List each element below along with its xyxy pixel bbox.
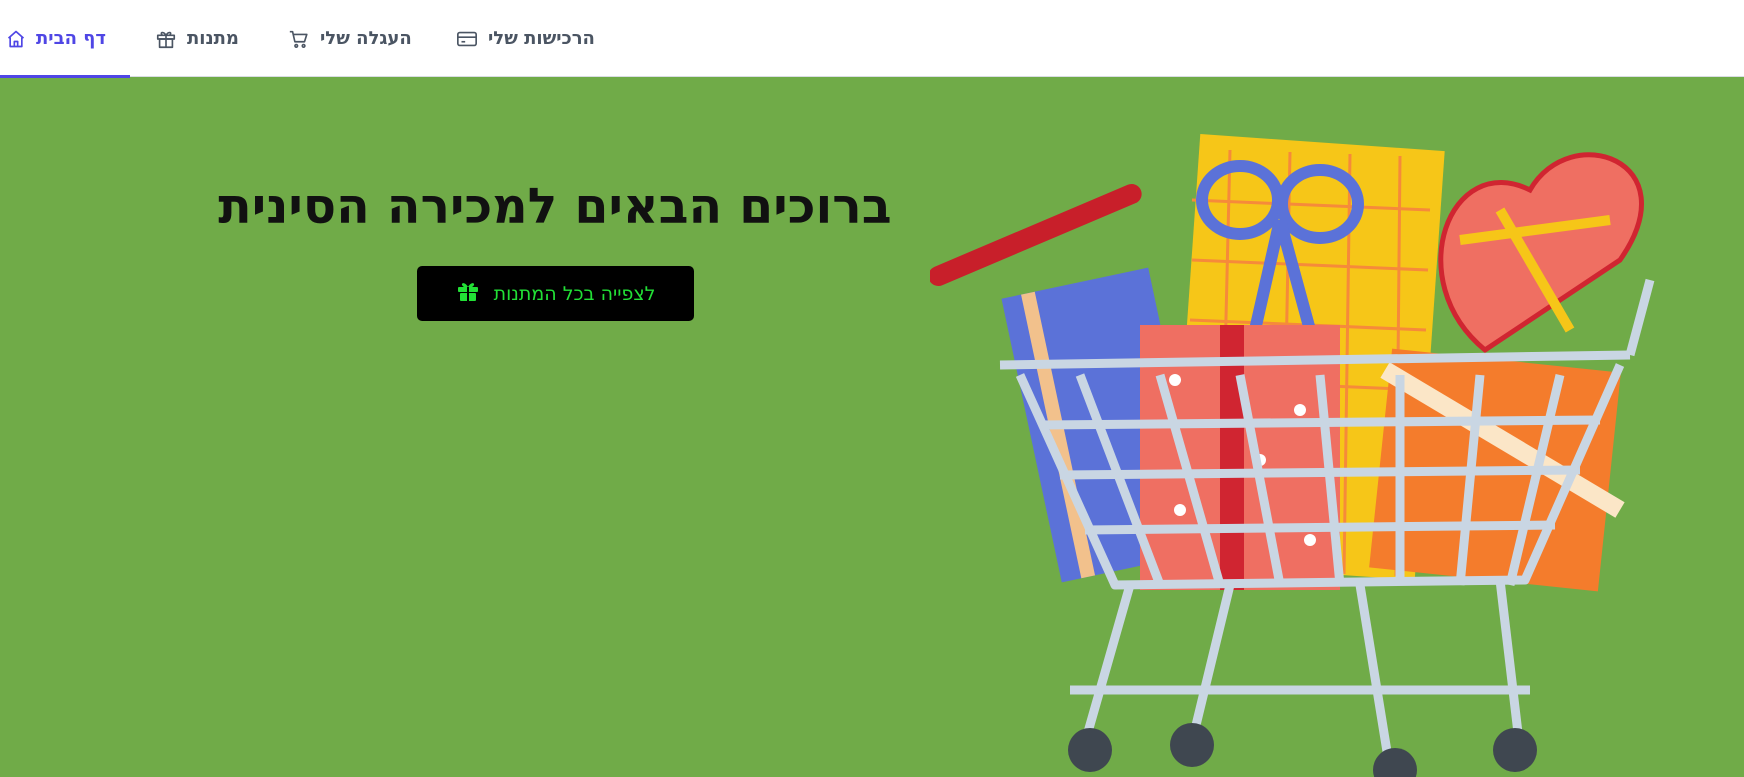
cart-icon (288, 28, 310, 50)
gift-icon (155, 28, 177, 50)
tab-gifts-label: מתנות (187, 28, 239, 49)
tab-my-cart[interactable]: העגלה שלי (288, 0, 412, 77)
tab-home-label: דף הבית (36, 28, 106, 49)
home-icon (6, 29, 26, 49)
credit-card-icon (456, 28, 478, 50)
tab-my-purchases-label: הרכישות שלי (488, 28, 595, 49)
tab-my-cart-label: העגלה שלי (320, 28, 412, 49)
view-all-gifts-label: לצפייה בכל המתנות (493, 282, 656, 305)
red-pen (930, 183, 1142, 287)
hero-title: ברוכים הבאים למכירה הסינית (218, 178, 892, 235)
view-all-gifts-button[interactable]: לצפייה בכל המתנות (417, 266, 694, 321)
tab-my-purchases[interactable]: הרכישות שלי (456, 0, 595, 77)
top-navigation: דף הבית מתנות העגלה שלי הרכישות שלי (0, 0, 1744, 78)
gift-icon (456, 279, 480, 308)
shopping-cart-with-gifts-illustration (930, 134, 1655, 777)
tab-home[interactable]: דף הבית (0, 0, 130, 78)
tab-gifts[interactable]: מתנות (155, 0, 239, 77)
heart-gift (1438, 152, 1644, 354)
cart-wheels (1068, 723, 1537, 777)
